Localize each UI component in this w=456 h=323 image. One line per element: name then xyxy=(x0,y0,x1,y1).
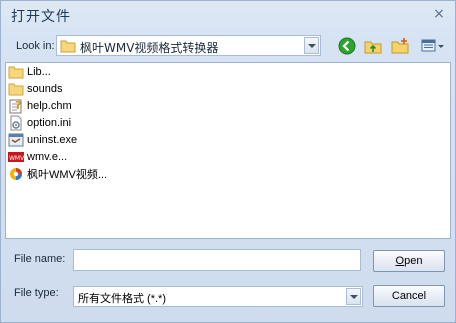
file-name: Lib... xyxy=(27,66,51,78)
title-bar: 打开文件 × xyxy=(1,1,455,29)
help-file-icon: ? xyxy=(9,99,22,114)
list-item[interactable]: ? help.chm xyxy=(8,98,72,114)
file-name: wmv.e... xyxy=(27,151,68,163)
ini-file-icon xyxy=(10,115,22,131)
chevron-down-icon[interactable] xyxy=(304,37,319,54)
wmv-app-icon: WMV xyxy=(8,152,24,162)
lookin-label: Look in: xyxy=(16,40,55,52)
chevron-down-icon[interactable] xyxy=(346,288,361,305)
file-name: option.ini xyxy=(27,117,72,129)
back-icon[interactable] xyxy=(338,37,356,55)
svg-text:WMV: WMV xyxy=(9,155,24,162)
lookin-dropdown[interactable]: 枫叶WMV视频格式转换器 xyxy=(56,35,321,56)
new-folder-icon[interactable] xyxy=(391,37,409,55)
dialog-title: 打开文件 xyxy=(11,9,71,25)
open-button[interactable]: Open xyxy=(373,250,445,272)
lookin-value: 枫叶WMV视频格式转换器 xyxy=(80,41,219,55)
file-name: 枫叶WMV视频... xyxy=(27,169,108,181)
folder-icon xyxy=(8,66,24,79)
list-item[interactable]: option.ini xyxy=(8,115,71,131)
filename-input[interactable] xyxy=(73,249,361,271)
list-item[interactable]: 枫叶WMV视频... xyxy=(8,166,107,182)
folder-icon xyxy=(8,83,24,96)
filetype-label: File type: xyxy=(14,287,59,299)
svg-text:?: ? xyxy=(15,99,21,112)
list-item[interactable]: WMV wmv.e... xyxy=(8,149,67,165)
open-file-dialog: 打开文件 × Look in: 枫叶WMV视频格式转换器 Lib... soun… xyxy=(0,0,456,323)
filetype-value: 所有文件格式 (*.*) xyxy=(78,293,166,305)
folder-icon xyxy=(60,40,76,53)
file-name: sounds xyxy=(27,83,63,95)
list-item[interactable]: uninst.exe xyxy=(8,132,77,148)
view-menu-icon[interactable] xyxy=(421,37,445,55)
list-item[interactable]: sounds xyxy=(8,81,62,97)
app-shortcut-icon xyxy=(10,168,22,180)
open-mnemonic: O xyxy=(395,255,405,267)
filename-label: File name: xyxy=(14,253,66,265)
file-list[interactable]: Lib... sounds ? help.chm option.ini unin… xyxy=(5,62,451,239)
list-item[interactable]: Lib... xyxy=(8,64,51,80)
cancel-button[interactable]: Cancel xyxy=(373,285,445,307)
open-label: pen xyxy=(404,255,423,267)
file-name: help.chm xyxy=(27,100,72,112)
filetype-dropdown[interactable]: 所有文件格式 (*.*) xyxy=(73,286,363,307)
file-name: uninst.exe xyxy=(27,134,78,146)
close-button[interactable]: × xyxy=(431,6,447,22)
up-folder-icon[interactable] xyxy=(364,37,382,55)
exe-file-icon xyxy=(8,133,24,147)
